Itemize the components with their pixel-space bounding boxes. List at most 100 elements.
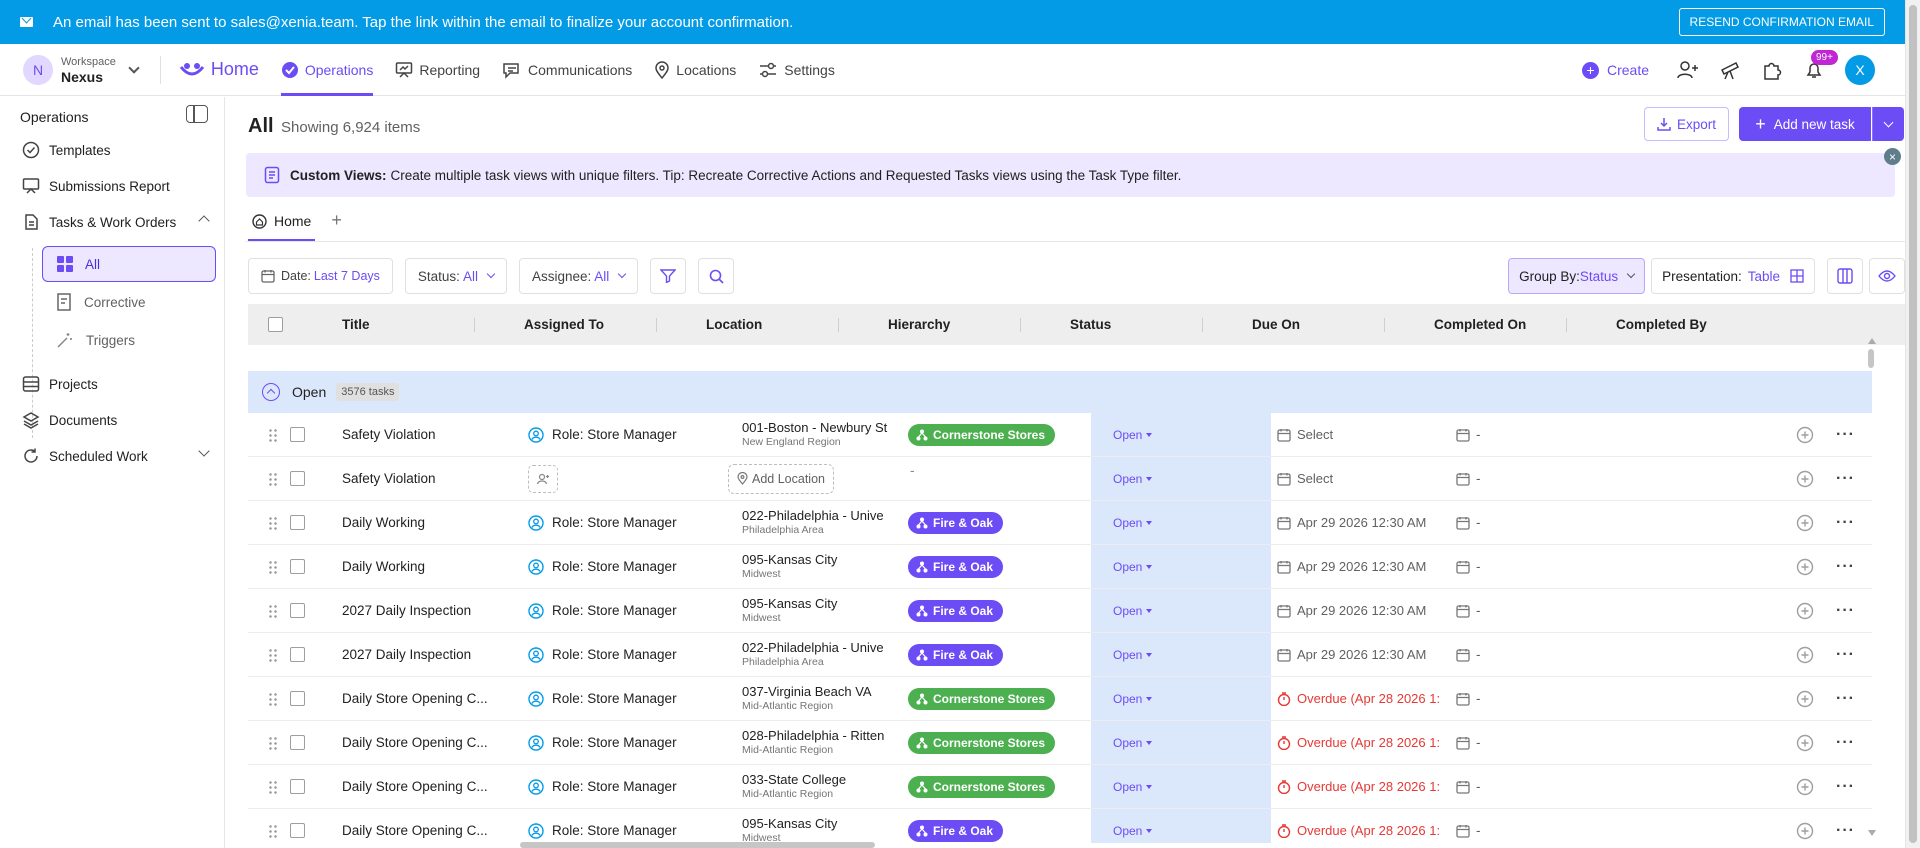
column-hierarchy[interactable]: Hierarchy [888,317,950,332]
group-header-open[interactable]: Open 3576 tasks [248,371,1872,413]
due-on-cell[interactable]: Select [1277,457,1457,500]
status-dropdown[interactable]: Open [1091,765,1271,808]
assigned-to-cell[interactable]: Role: Store Manager [528,589,677,632]
sidebar-item-scheduled-work[interactable]: Scheduled Work [22,445,210,465]
more-options-icon[interactable]: ··· [1836,457,1855,500]
add-comment-icon[interactable] [1796,677,1814,720]
telescope-icon[interactable] [1719,60,1741,80]
page-scrollbar[interactable] [1905,0,1920,848]
assigned-to-cell[interactable] [528,457,558,500]
add-comment-icon[interactable] [1796,589,1814,632]
sidebar-subitem-triggers[interactable]: Triggers [42,322,216,358]
drag-handle-icon[interactable] [268,765,278,808]
chevron-down-icon[interactable] [198,445,210,457]
nav-communications[interactable]: Communications [502,44,632,96]
visibility-button[interactable] [1869,258,1905,294]
status-dropdown[interactable]: Open [1091,545,1271,588]
drag-handle-icon[interactable] [268,809,278,843]
collapse-sidebar-icon[interactable] [186,105,208,123]
task-title[interactable]: Safety Violation [342,413,492,456]
add-assignee-button[interactable] [528,464,558,493]
table-row[interactable]: Safety Violation Role: Store Manager 001… [248,413,1872,457]
sidebar-item-documents[interactable]: Documents [22,411,117,429]
row-checkbox[interactable] [290,603,305,618]
assigned-to-cell[interactable]: Role: Store Manager [528,721,677,764]
add-new-task-button[interactable]: + Add new task [1739,107,1871,141]
sidebar-subitem-all[interactable]: All [42,246,216,282]
assigned-to-cell[interactable]: Role: Store Manager [528,413,677,456]
tab-home[interactable]: Home [248,213,316,241]
user-avatar[interactable]: X [1845,55,1875,85]
row-checkbox-cell[interactable] [290,809,305,843]
row-checkbox-cell[interactable] [290,721,305,764]
table-row[interactable]: Daily Store Opening C... Role: Store Man… [248,809,1872,843]
status-dropdown[interactable]: Open [1091,721,1271,764]
more-options-icon[interactable]: ··· [1836,545,1855,588]
assigned-to-cell[interactable]: Role: Store Manager [528,765,677,808]
page-scrollbar-thumb[interactable] [1909,5,1917,843]
status-dropdown[interactable]: Open [1091,501,1271,544]
location-cell[interactable]: 028-Philadelphia - Ritten Mid-Atlantic R… [742,721,890,764]
location-cell[interactable]: 095-Kansas City Midwest [742,589,890,632]
more-options-icon[interactable]: ··· [1836,501,1855,544]
due-on-cell[interactable]: Apr 29 2026 12:30 AM [1277,501,1457,544]
add-comment-icon[interactable] [1796,545,1814,588]
task-title[interactable]: Daily Store Opening C... [342,721,492,764]
close-icon[interactable]: × [1884,148,1901,165]
column-title[interactable]: Title [342,317,370,332]
row-checkbox[interactable] [290,515,305,530]
column-completed-on[interactable]: Completed On [1434,317,1526,332]
sidebar-item-projects[interactable]: Projects [22,375,98,393]
row-checkbox[interactable] [290,823,305,838]
assignee-filter[interactable]: Assignee: All [518,258,639,294]
row-checkbox[interactable] [290,691,305,706]
nav-reporting[interactable]: Reporting [395,44,480,96]
status-dropdown[interactable]: Open [1091,809,1271,843]
group-by-select[interactable]: Group By: Status [1508,258,1646,294]
task-title[interactable]: Daily Working [342,501,492,544]
sidebar-item-templates[interactable]: Templates [22,141,111,159]
add-comment-icon[interactable] [1796,457,1814,500]
status-dropdown[interactable]: Open [1091,457,1271,500]
due-on-cell[interactable]: Overdue (Apr 28 2026 1: [1277,721,1457,764]
nav-settings[interactable]: Settings [758,44,835,96]
row-checkbox[interactable] [290,471,305,486]
location-cell[interactable]: 095-Kansas City Midwest [742,809,890,843]
resend-confirmation-button[interactable]: RESEND CONFIRMATION EMAIL [1678,8,1885,36]
add-user-icon[interactable] [1677,60,1699,80]
bell-icon[interactable]: 99+ [1803,50,1838,80]
row-checkbox-cell[interactable] [290,457,305,500]
drag-handle-icon[interactable] [268,721,278,764]
more-options-icon[interactable]: ··· [1836,413,1855,456]
location-cell[interactable]: Add Location [728,457,834,500]
nav-operations[interactable]: Operations [280,44,374,96]
drag-handle-icon[interactable] [268,545,278,588]
add-comment-icon[interactable] [1796,765,1814,808]
assigned-to-cell[interactable]: Role: Store Manager [528,809,677,843]
due-on-cell[interactable]: Select [1277,413,1457,456]
filter-button[interactable] [650,258,687,294]
row-checkbox-cell[interactable] [290,677,305,720]
more-options-icon[interactable]: ··· [1836,765,1855,808]
location-cell[interactable]: 033-State College Mid-Atlantic Region [742,765,890,808]
row-checkbox[interactable] [290,647,305,662]
nav-home[interactable]: Home [179,44,259,96]
due-on-cell[interactable]: Overdue (Apr 28 2026 1: [1277,677,1457,720]
row-checkbox-cell[interactable] [290,545,305,588]
columns-button[interactable] [1827,258,1863,294]
location-cell[interactable]: 022-Philadelphia - Unive Philadelphia Ar… [742,501,890,544]
row-checkbox[interactable] [290,735,305,750]
column-completed-by[interactable]: Completed By [1616,317,1707,332]
table-row[interactable]: Daily Store Opening C... Role: Store Man… [248,721,1872,765]
task-title[interactable]: Safety Violation [342,457,492,500]
scroll-down-arrow[interactable] [1868,830,1876,836]
table-row[interactable]: Daily Store Opening C... Role: Store Man… [248,677,1872,721]
task-title[interactable]: Daily Store Opening C... [342,677,492,720]
scroll-up-arrow[interactable] [1868,338,1876,344]
chevron-up-icon[interactable] [198,215,210,227]
more-options-icon[interactable]: ··· [1836,633,1855,676]
more-options-icon[interactable]: ··· [1836,677,1855,720]
table-row[interactable]: Daily Store Opening C... Role: Store Man… [248,765,1872,809]
task-title[interactable]: Daily Store Opening C... [342,809,492,843]
select-all-checkbox[interactable] [268,317,283,332]
